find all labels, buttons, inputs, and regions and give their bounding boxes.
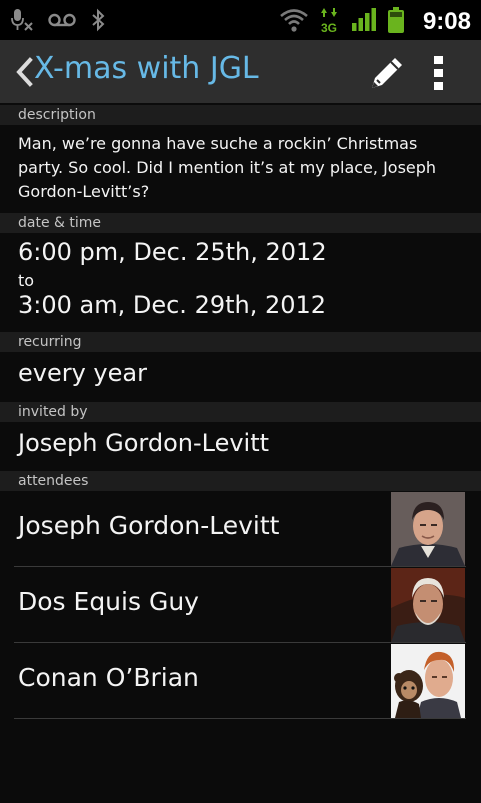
bluetooth-icon: [90, 8, 106, 36]
status-left-icons: [10, 8, 106, 36]
attendee-row[interactable]: Joseph Gordon-Levitt: [0, 491, 481, 567]
attendee-row[interactable]: Dos Equis Guy: [0, 567, 481, 643]
pencil-icon[interactable]: [368, 52, 406, 92]
network-type-label: 3G: [321, 21, 337, 34]
invited-by-value[interactable]: Joseph Gordon-Levitt: [18, 429, 269, 457]
status-time: 9:08: [422, 8, 471, 35]
attendee-name: Joseph Gordon-Levitt: [18, 511, 280, 540]
mic-off-icon: [10, 8, 34, 36]
signal-icon: [351, 8, 377, 36]
overflow-menu-icon[interactable]: [426, 53, 452, 93]
attendee-name: Dos Equis Guy: [18, 587, 199, 616]
invited-by-header: invited by: [0, 402, 481, 422]
voicemail-icon: [48, 10, 76, 34]
attendee-name: Conan O’Brian: [18, 663, 199, 692]
status-bar: 3G 9:08: [0, 0, 481, 40]
start-datetime[interactable]: 6:00 pm, Dec. 25th, 2012: [18, 238, 327, 266]
wifi-icon: [279, 7, 309, 37]
datetime-separator: to: [18, 271, 35, 290]
event-title[interactable]: X-mas with JGL: [34, 51, 259, 86]
recurring-header: recurring: [0, 332, 481, 352]
datetime-header: date & time: [0, 213, 481, 233]
avatar: [391, 492, 465, 566]
data-3g-icon: 3G: [319, 6, 341, 38]
end-datetime[interactable]: 3:00 am, Dec. 29th, 2012: [18, 291, 326, 319]
attendees-header: attendees: [0, 471, 481, 491]
battery-icon: [387, 6, 405, 38]
recurring-value[interactable]: every year: [18, 359, 147, 387]
back-chevron-icon[interactable]: [13, 56, 35, 88]
status-right-icons: 3G 9:08: [279, 6, 471, 38]
row-divider: [14, 718, 466, 719]
description-text: Man, we’re gonna have suche a rockin’ Ch…: [18, 134, 437, 201]
description-header: description: [0, 105, 481, 125]
avatar: [391, 644, 465, 718]
avatar: [391, 568, 465, 642]
action-bar: X-mas with JGL: [0, 40, 481, 103]
attendee-row[interactable]: Conan O’Brian: [0, 643, 481, 719]
